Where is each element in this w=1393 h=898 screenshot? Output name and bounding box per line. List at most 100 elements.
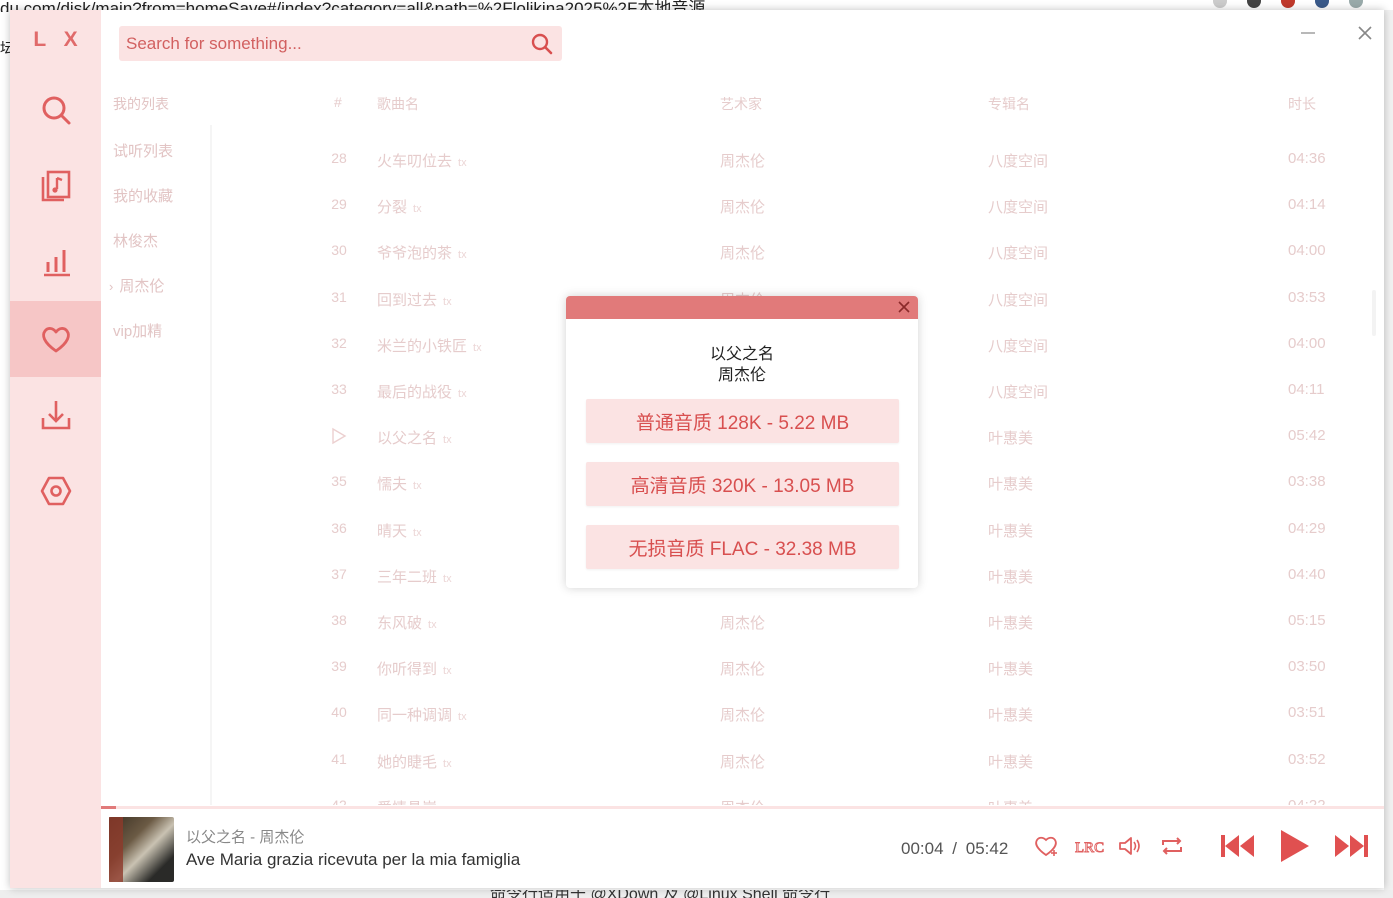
source-tag: tx: [458, 711, 467, 724]
browser-toolbar-icons: [1213, 0, 1363, 10]
now-playing-title: 以父之名 - 周杰伦: [186, 829, 305, 846]
table-row[interactable]: 41 她的睫毛 tx 周杰伦 叶惠美 03:52: [314, 751, 1376, 797]
row-album: 八度空间: [988, 291, 1049, 309]
song-title: 她的睫毛: [377, 753, 438, 771]
quality-320k-button[interactable]: 高清音质 320K - 13.05 MB: [586, 462, 899, 506]
row-title: 最后的战役 tx: [377, 381, 467, 402]
quality-128k-button[interactable]: 普通音质 128K - 5.22 MB: [586, 399, 899, 443]
row-duration: 03:50: [1288, 658, 1326, 676]
source-tag: tx: [458, 249, 467, 262]
row-number: 30: [331, 242, 347, 259]
playlist-item-active[interactable]: › 周杰伦: [109, 275, 164, 296]
extension-red-icon[interactable]: [1281, 0, 1295, 8]
current-lyric: Ave Maria grazia ricevuta per la mia fam…: [186, 850, 521, 869]
column-header-artist: 艺术家: [720, 96, 762, 112]
search-input[interactable]: [119, 33, 530, 54]
row-number: 37: [331, 565, 347, 582]
row-duration: 04:29: [1288, 519, 1326, 537]
nav-settings[interactable]: [10, 453, 101, 529]
column-header-duration: 时长: [1288, 96, 1316, 112]
heart-icon: [41, 327, 70, 353]
row-duration: 05:15: [1288, 612, 1326, 629]
search-box: [119, 26, 562, 61]
playlist-item[interactable]: 试听列表: [113, 140, 173, 161]
row-number: 41: [331, 750, 347, 767]
playlist-item[interactable]: 林俊杰: [113, 230, 158, 251]
volume-button[interactable]: [1117, 833, 1143, 859]
row-album: 八度空间: [988, 199, 1049, 217]
source-tag: tx: [443, 295, 452, 308]
quality-flac-button[interactable]: 无损音质 FLAC - 32.38 MB: [586, 525, 899, 569]
table-row[interactable]: 39 你听得到 tx 周杰伦 叶惠美 03:50: [314, 658, 1376, 704]
music-file-icon: [41, 170, 70, 202]
source-tag: tx: [413, 526, 422, 539]
row-title: 三年二班 tx: [377, 566, 452, 587]
scrollbar[interactable]: [1372, 290, 1376, 336]
dialog-header: [566, 296, 918, 319]
row-number: 38: [331, 612, 347, 628]
table-row[interactable]: 42 爱情悬崖 tx 周杰伦 叶惠美 04:22: [314, 797, 1376, 805]
source-tag: tx: [473, 341, 482, 354]
row-number: 33: [331, 381, 347, 397]
row-duration: 04:11: [1288, 381, 1325, 398]
source-tag: tx: [413, 480, 422, 493]
song-title: 爱情悬崖: [377, 800, 437, 805]
table-row[interactable]: 29 分裂 tx 周杰伦 八度空间 04:14: [314, 196, 1376, 242]
play-button[interactable]: [1277, 828, 1311, 864]
nav-search[interactable]: [10, 72, 101, 148]
playlist-label: 周杰伦: [119, 278, 165, 295]
play-indicator-icon: [324, 427, 354, 448]
lrc-icon: LRC: [1075, 840, 1104, 857]
table-row[interactable]: 40 同一种调调 tx 周杰伦 叶惠美 03:51: [314, 704, 1376, 750]
row-duration: 04:36: [1288, 150, 1326, 167]
row-duration: 04:00: [1288, 242, 1326, 260]
row-album: 八度空间: [988, 153, 1049, 170]
minimize-button[interactable]: [1291, 16, 1325, 50]
source-tag: tx: [458, 388, 467, 400]
row-artist: 周杰伦: [720, 245, 766, 263]
row-artist: 周杰伦: [720, 753, 766, 771]
download-icon: [41, 401, 70, 430]
previous-button[interactable]: [1219, 831, 1257, 861]
nav-download[interactable]: [10, 377, 101, 453]
album-cover[interactable]: [109, 817, 174, 882]
repeat-icon: [1162, 837, 1182, 855]
source-tag: tx: [443, 434, 452, 447]
panel-divider: [210, 125, 212, 805]
time-display: 00:04 / 05:42: [901, 839, 1009, 858]
playlist-item[interactable]: vip加精: [113, 320, 162, 341]
row-title: 同一种调调 tx: [377, 704, 467, 725]
extension-icon[interactable]: [1247, 0, 1261, 8]
table-row[interactable]: 28 火车叨位去 tx 周杰伦 八度空间 04:36: [314, 150, 1376, 196]
profile-icon[interactable]: [1349, 0, 1363, 8]
row-number: 29: [331, 196, 347, 213]
row-duration: 04:00: [1288, 334, 1326, 352]
search-icon[interactable]: [530, 32, 554, 56]
playlist-item[interactable]: 我的收藏: [113, 185, 173, 206]
close-button[interactable]: [1348, 16, 1382, 50]
source-tag: tx: [413, 203, 422, 216]
nav-my-list[interactable]: [10, 301, 101, 377]
lyrics-button[interactable]: LRC: [1074, 833, 1104, 859]
column-header-album: 专辑名: [988, 96, 1030, 112]
repeat-button[interactable]: [1159, 833, 1185, 859]
extension-icon-2[interactable]: [1315, 0, 1329, 8]
favorite-button[interactable]: [1033, 833, 1059, 859]
table-row[interactable]: 30 爷爷泡的茶 tx 周杰伦 八度空间 04:00: [314, 242, 1376, 288]
table-row[interactable]: 38 东风破 tx 周杰伦 叶惠美 05:15: [314, 612, 1376, 658]
next-button[interactable]: [1332, 831, 1370, 861]
row-album: 八度空间: [988, 384, 1049, 401]
row-album: 八度空间: [988, 337, 1049, 355]
row-artist: 周杰伦: [720, 707, 766, 725]
row-album: 八度空间: [988, 245, 1049, 263]
browser-page-text: 命令行适用于 @XDown 及 @Linux Shell 命令行: [490, 890, 830, 898]
column-header-title: 歌曲名: [377, 96, 419, 112]
nav-song-list[interactable]: [10, 148, 101, 224]
minimize-icon: [1301, 32, 1315, 34]
nav-leaderboard[interactable]: [10, 224, 101, 300]
row-album: 叶惠美: [988, 661, 1034, 679]
star-icon[interactable]: [1213, 0, 1227, 8]
row-duration: 04:40: [1288, 565, 1326, 583]
row-duration: 05:42: [1288, 427, 1326, 445]
close-icon[interactable]: [896, 299, 912, 315]
